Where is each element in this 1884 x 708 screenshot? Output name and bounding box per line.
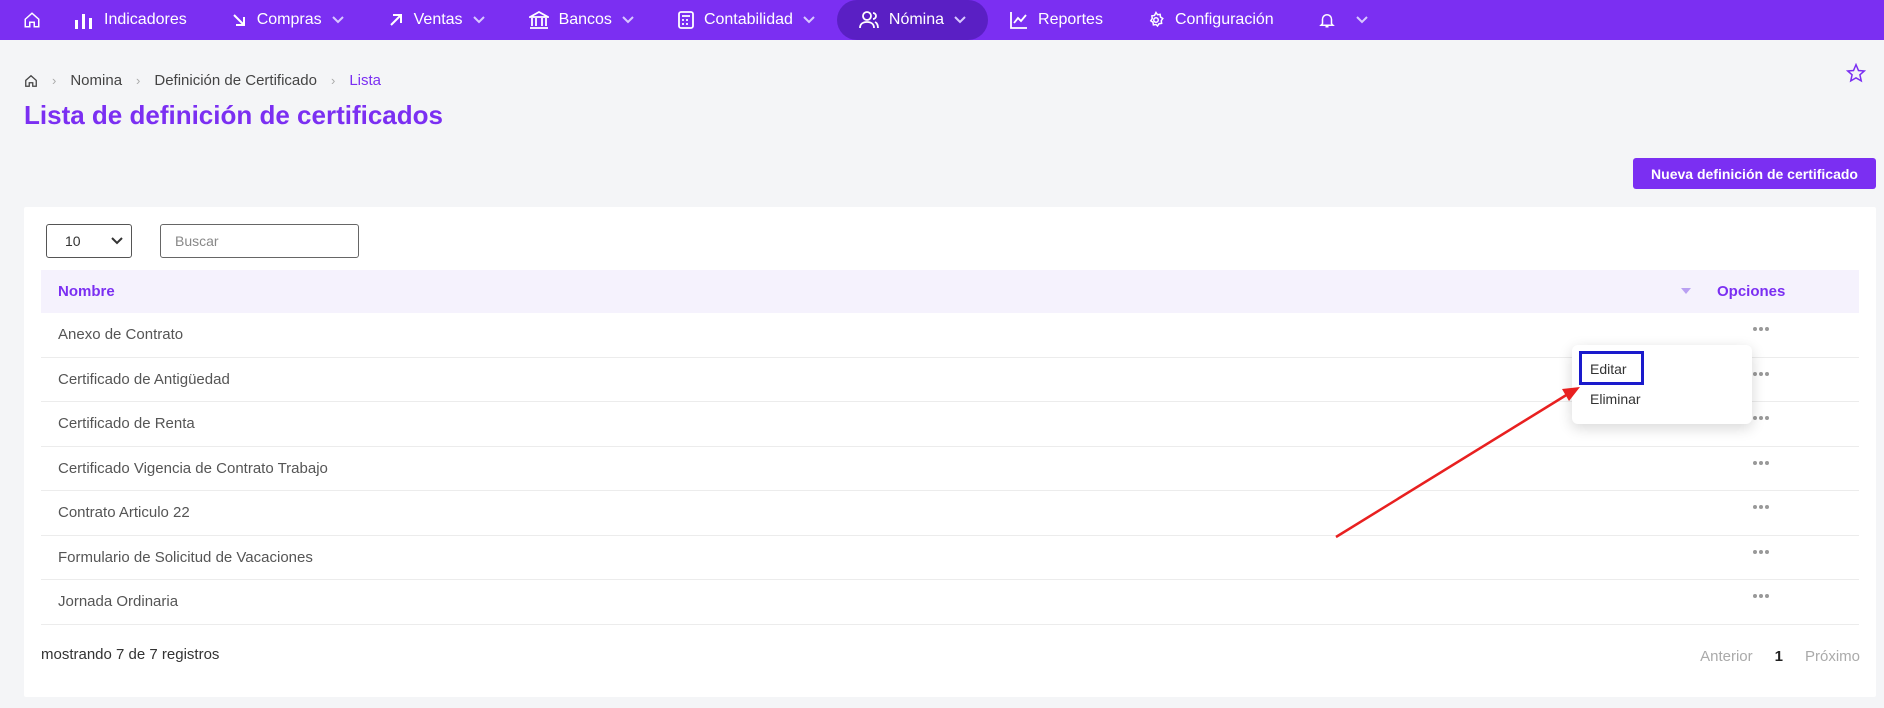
chevron-down-icon <box>954 16 966 24</box>
breadcrumb-current: Lista <box>349 72 381 89</box>
chevron-down-icon <box>111 237 123 245</box>
chevron-down-icon <box>1355 16 1368 24</box>
more-options-icon[interactable] <box>1753 327 1769 331</box>
calculator-icon <box>678 11 694 29</box>
arrow-up-right-icon <box>389 14 402 26</box>
chevron-right-icon: › <box>52 73 57 88</box>
menu-delete[interactable]: Eliminar <box>1590 391 1641 407</box>
column-header-options: Opciones <box>1717 283 1786 300</box>
column-header-name[interactable]: Nombre <box>58 283 115 300</box>
nav-contabilidad[interactable]: Contabilidad <box>656 0 837 40</box>
table-row: Contrato Articulo 22 <box>41 491 1859 536</box>
nav-reportes[interactable]: Reportes <box>988 0 1125 40</box>
nav-label: Contabilidad <box>703 11 793 28</box>
new-certificate-definition-button[interactable]: Nueva definición de certificado <box>1633 158 1876 189</box>
line-chart-icon <box>1010 12 1028 29</box>
breadcrumb: › Nomina › Definición de Certificado › L… <box>24 72 381 89</box>
bell-icon <box>1318 14 1335 28</box>
more-options-icon[interactable] <box>1753 460 1769 465</box>
row-name: Formulario de Solicitud de Vacaciones <box>58 548 313 566</box>
home-icon[interactable] <box>24 74 38 88</box>
pagination-page[interactable]: 1 <box>1775 648 1783 665</box>
nav-configuracion[interactable]: Configuración <box>1125 0 1296 40</box>
bar-chart-icon <box>75 14 92 29</box>
pagination-next[interactable]: Próximo <box>1805 648 1860 665</box>
edit-highlight-box <box>1579 351 1644 385</box>
pagination-prev[interactable]: Anterior <box>1700 648 1753 665</box>
chevron-down-icon <box>472 16 485 24</box>
search-input[interactable] <box>160 224 359 258</box>
row-name: Certificado de Antigüedad <box>58 370 230 388</box>
page-size-value: 10 <box>65 233 81 249</box>
row-name: Certificado Vigencia de Contrato Trabajo <box>58 459 328 477</box>
table-header: Nombre Opciones <box>41 270 1859 313</box>
row-name: Certificado de Renta <box>58 415 195 433</box>
nav-compras[interactable]: Compras <box>209 0 366 40</box>
row-name: Anexo de Contrato <box>58 326 184 344</box>
list-card: 10 Nombre Opciones Anexo de Contrato Cer… <box>24 207 1876 697</box>
nav-label: Bancos <box>558 11 612 28</box>
page-size-select[interactable]: 10 <box>46 224 132 258</box>
gear-icon <box>1149 11 1164 28</box>
row-name: Contrato Articulo 22 <box>58 504 190 522</box>
chevron-down-icon <box>622 16 634 24</box>
users-icon <box>858 11 879 29</box>
more-options-icon[interactable] <box>1753 371 1769 376</box>
page-title: Lista de definición de certificados <box>24 100 443 130</box>
more-options-icon[interactable] <box>1753 416 1769 420</box>
sort-down-icon[interactable] <box>1681 288 1691 294</box>
nav-bancos[interactable]: Bancos <box>507 0 656 40</box>
nav-label: Nómina <box>888 11 945 28</box>
chevron-down-icon <box>803 16 815 24</box>
nav-label: Ventas <box>413 11 463 28</box>
arrow-down-right-icon <box>233 14 245 26</box>
table-row: Formulario de Solicitud de Vacaciones <box>41 536 1859 580</box>
nav-label: Indicadores <box>104 11 187 28</box>
breadcrumb-definicion[interactable]: Definición de Certificado <box>154 72 317 89</box>
table-row: Jornada Ordinaria <box>41 580 1859 625</box>
breadcrumb-nomina[interactable]: Nomina <box>70 72 122 89</box>
home-icon[interactable] <box>12 0 52 40</box>
records-count: mostrando 7 de 7 registros <box>41 646 220 663</box>
chevron-down-icon <box>331 16 344 24</box>
nav-label: Reportes <box>1038 11 1103 28</box>
star-icon[interactable] <box>1846 63 1866 83</box>
nav-indicadores[interactable]: Indicadores <box>52 0 209 40</box>
more-options-icon[interactable] <box>1753 549 1769 554</box>
more-options-icon[interactable] <box>1753 594 1769 598</box>
bank-icon <box>528 11 549 29</box>
nav-nomina[interactable]: Nómina <box>836 0 989 40</box>
more-options-icon[interactable] <box>1753 505 1769 509</box>
nav-notifications[interactable] <box>1296 0 1390 40</box>
nav-label: Configuración <box>1174 11 1274 28</box>
pagination: Anterior 1 Próximo <box>1700 648 1860 665</box>
table-row: Certificado Vigencia de Contrato Trabajo <box>41 447 1859 491</box>
top-navbar: Indicadores Compras Ventas Bancos Contab… <box>0 0 1884 40</box>
nav-ventas[interactable]: Ventas <box>366 0 507 40</box>
row-name: Jornada Ordinaria <box>58 593 179 611</box>
chevron-right-icon: › <box>330 73 336 88</box>
nav-label: Compras <box>256 11 322 28</box>
chevron-right-icon: › <box>136 73 141 88</box>
